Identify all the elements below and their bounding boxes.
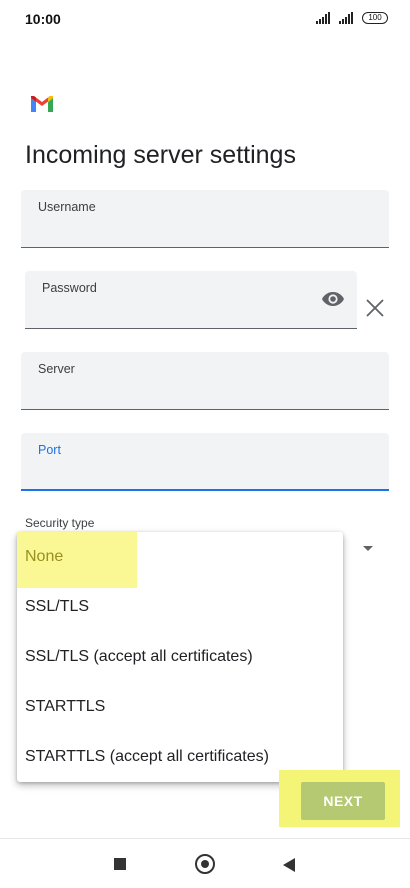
username-input[interactable]: [37, 219, 373, 239]
status-bar: 10:00 100: [0, 0, 410, 40]
dropdown-arrow-icon[interactable]: [363, 546, 373, 551]
next-button[interactable]: NEXT: [301, 782, 385, 820]
port-label: Port: [38, 443, 61, 457]
server-field[interactable]: Server: [21, 352, 389, 410]
server-input[interactable]: [37, 381, 373, 401]
server-label: Server: [38, 362, 75, 376]
option-none[interactable]: None: [17, 532, 343, 582]
option-starttls[interactable]: STARTTLS: [17, 682, 343, 732]
navigation-bar: [0, 838, 410, 888]
back-icon[interactable]: [283, 858, 295, 872]
recents-icon[interactable]: [114, 858, 126, 870]
password-input[interactable]: [41, 300, 309, 320]
page-title: Incoming server settings: [25, 141, 296, 169]
option-ssl-tls-accept-all[interactable]: SSL/TLS (accept all certificates): [17, 632, 343, 682]
username-field[interactable]: Username: [21, 190, 389, 248]
signal-icon: [339, 12, 353, 24]
close-icon[interactable]: [364, 297, 386, 319]
password-label: Password: [42, 281, 97, 295]
status-time: 10:00: [25, 11, 61, 27]
incoming-server-settings-screen: 10:00 100 Incoming server settings Usern…: [0, 0, 410, 888]
battery-icon: 100: [362, 12, 388, 24]
username-label: Username: [38, 200, 96, 214]
security-type-dropdown: None SSL/TLS SSL/TLS (accept all certifi…: [17, 532, 343, 782]
home-icon[interactable]: [195, 854, 215, 874]
option-ssl-tls[interactable]: SSL/TLS: [17, 582, 343, 632]
signal-icon: [316, 12, 330, 24]
security-type-label: Security type: [25, 516, 95, 530]
status-icons: 100: [316, 12, 388, 24]
password-field[interactable]: Password: [25, 271, 357, 329]
port-input[interactable]: [37, 461, 373, 481]
gmail-logo: [31, 96, 53, 112]
port-field[interactable]: Port: [21, 433, 389, 491]
eye-icon[interactable]: [321, 289, 345, 309]
home-icon-dot: [201, 860, 209, 868]
